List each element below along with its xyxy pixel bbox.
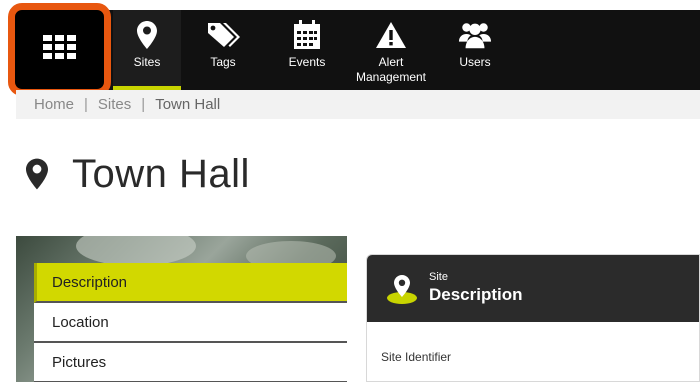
nav-item-label: Users — [459, 55, 491, 69]
map-pin-icon — [26, 158, 52, 192]
nav-item-events[interactable]: Events — [272, 10, 342, 90]
site-photo-panel: Description Location Pictures — [16, 236, 347, 382]
calendar-icon — [290, 18, 324, 52]
side-menu-item-location[interactable]: Location — [34, 303, 347, 343]
nav-item-alert-management[interactable]: Alert Management — [346, 10, 436, 90]
card-subtitle: Site — [429, 271, 448, 283]
tags-icon — [206, 18, 240, 52]
nav-item-label: Tags — [210, 55, 236, 69]
side-menu-item-pictures[interactable]: Pictures — [34, 343, 347, 382]
breadcrumb: Home | Sites | Town Hall — [16, 90, 700, 119]
site-location-icon — [385, 272, 419, 306]
site-identifier-label: Site Identifier — [381, 350, 452, 364]
breadcrumb-separator: | — [84, 96, 88, 113]
side-menu-item-description[interactable]: Description — [34, 263, 347, 303]
nav-item-label: Alert Management — [355, 55, 427, 84]
nav-item-label: Events — [288, 55, 326, 69]
breadcrumb-sites[interactable]: Sites — [98, 96, 131, 113]
card-title: Description — [429, 285, 523, 304]
card-body: Site Identifier — [367, 322, 699, 381]
description-card: Site Description Site Identifier — [366, 254, 700, 382]
breadcrumb-home[interactable]: Home — [34, 96, 74, 113]
nav-item-label: Sites — [133, 55, 161, 69]
top-navigation-bar: Sites Tags Events Alert Management Users — [16, 10, 700, 90]
warning-icon — [374, 18, 408, 52]
map-pin-icon — [130, 18, 164, 52]
apps-grid-icon — [42, 35, 77, 64]
apps-menu-button[interactable] — [8, 3, 111, 96]
photo-highlight — [76, 236, 196, 266]
card-header: Site Description — [367, 255, 699, 322]
breadcrumb-separator: | — [141, 96, 146, 113]
page-title: Town Hall — [72, 152, 250, 196]
page-header: Town Hall — [26, 152, 250, 197]
breadcrumb-current: Town Hall — [155, 96, 221, 113]
users-icon — [458, 18, 492, 52]
nav-item-tags[interactable]: Tags — [188, 10, 258, 90]
side-menu: Description Location Pictures — [34, 263, 347, 382]
card-header-text: Site Description — [429, 271, 523, 306]
nav-item-sites[interactable]: Sites — [113, 10, 181, 90]
nav-item-users[interactable]: Users — [442, 10, 508, 90]
